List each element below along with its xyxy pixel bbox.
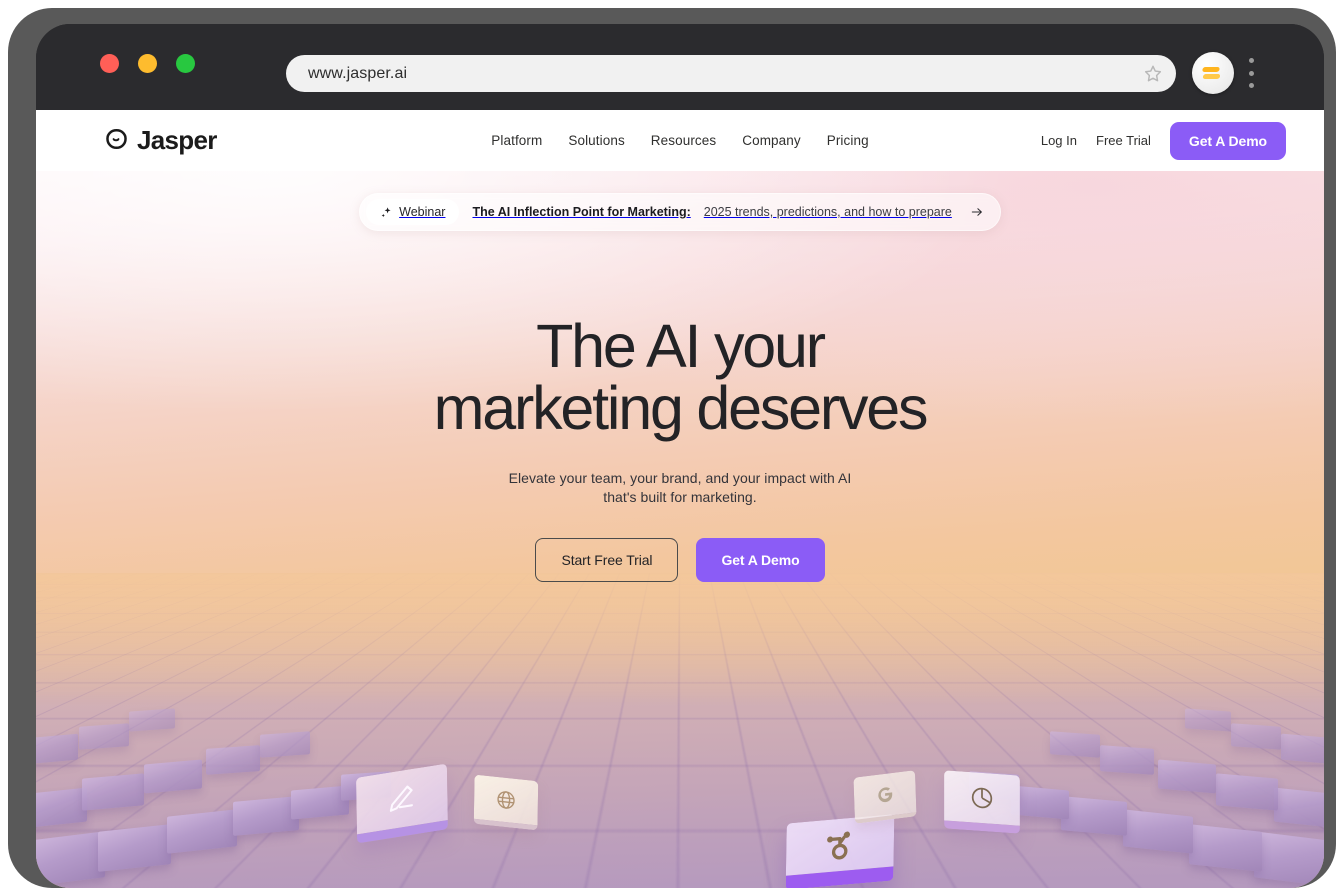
jasper-smiley-logo-icon: [106, 129, 127, 150]
hero-subheadline: Elevate your team, your brand, and your …: [36, 439, 1324, 507]
profile-avatar[interactable]: [1192, 52, 1234, 94]
nav-item-pricing[interactable]: Pricing: [827, 133, 869, 148]
hero-headline: The AI your marketing deserves: [36, 231, 1324, 443]
profile-avatar-icon: [1202, 67, 1221, 79]
banner-description: 2025 trends, predictions, and how to pre…: [703, 205, 952, 219]
page-viewport: Jasper Platform Solutions Resources Comp…: [36, 110, 1324, 888]
right-block-cluster: [938, 601, 1324, 888]
star-icon[interactable]: [1142, 63, 1164, 85]
hero-content: Webinar The AI Inflection Point for Mark…: [36, 171, 1324, 583]
left-block-cluster: [36, 601, 422, 888]
nav-item-company[interactable]: Company: [742, 133, 800, 148]
banner-title: The AI Inflection Point for Marketing:: [472, 205, 691, 219]
browser-window: www.jasper.ai Jasper Platform Solutions …: [36, 24, 1324, 888]
browser-chrome: www.jasper.ai: [36, 24, 1324, 110]
floating-tile-google: [853, 770, 917, 824]
free-trial-link[interactable]: Free Trial: [1096, 133, 1151, 148]
floating-tile-pie-chart: [944, 770, 1020, 834]
browser-menu-button[interactable]: [1248, 58, 1254, 88]
announcement-banner-wrap: Webinar The AI Inflection Point for Mark…: [36, 171, 1324, 231]
minimize-window-button[interactable]: [138, 54, 157, 73]
login-link[interactable]: Log In: [1041, 133, 1077, 148]
webinar-badge-label: Webinar: [399, 205, 446, 219]
sparkle-icon: [381, 206, 391, 217]
hero-headline-line-1: The AI your: [536, 312, 826, 380]
brand-name: Jasper: [137, 125, 217, 155]
nav-item-platform[interactable]: Platform: [491, 133, 542, 148]
kebab-dot: [1248, 58, 1254, 63]
nav-item-solutions[interactable]: Solutions: [568, 133, 624, 148]
pie-chart-icon: [971, 787, 993, 809]
address-bar[interactable]: www.jasper.ai: [286, 55, 1176, 92]
webinar-badge: Webinar: [366, 199, 460, 225]
hero-cta-row: Start Free Trial Get A Demo: [36, 507, 1324, 583]
site-header: Jasper Platform Solutions Resources Comp…: [36, 110, 1324, 171]
brand-logo[interactable]: Jasper: [104, 125, 217, 156]
floating-tile-globe: [473, 774, 539, 831]
device-bezel: www.jasper.ai Jasper Platform Solutions …: [8, 8, 1336, 888]
header-actions: Log In Free Trial Get A Demo: [1041, 121, 1286, 160]
hero-subheadline-line-2: that's built for marketing.: [603, 489, 757, 506]
start-free-trial-button[interactable]: Start Free Trial: [535, 538, 679, 583]
nav-item-resources[interactable]: Resources: [651, 133, 716, 148]
kebab-dot: [1248, 70, 1254, 76]
google-g-icon: [878, 787, 893, 803]
hero-subheadline-line-1: Elevate your team, your brand, and your …: [508, 470, 852, 487]
globe-icon: [497, 791, 515, 809]
kebab-dot: [1248, 83, 1254, 88]
close-window-button[interactable]: [100, 54, 119, 73]
window-controls: [100, 54, 195, 73]
url-text[interactable]: www.jasper.ai: [308, 65, 1142, 83]
hubspot-sprocket-icon: [827, 831, 851, 860]
pencil-edit-icon: [389, 785, 413, 812]
hero-section: Webinar The AI Inflection Point for Mark…: [36, 171, 1324, 888]
get-a-demo-button-hero[interactable]: Get A Demo: [696, 538, 825, 583]
announcement-banner[interactable]: Webinar The AI Inflection Point for Mark…: [359, 193, 1001, 231]
floating-tile-hubspot: [785, 814, 895, 888]
get-a-demo-button-header[interactable]: Get A Demo: [1169, 121, 1286, 160]
hero-headline-line-2: marketing deserves: [433, 374, 929, 443]
arrow-right-icon: [971, 208, 982, 216]
maximize-window-button[interactable]: [176, 54, 195, 73]
